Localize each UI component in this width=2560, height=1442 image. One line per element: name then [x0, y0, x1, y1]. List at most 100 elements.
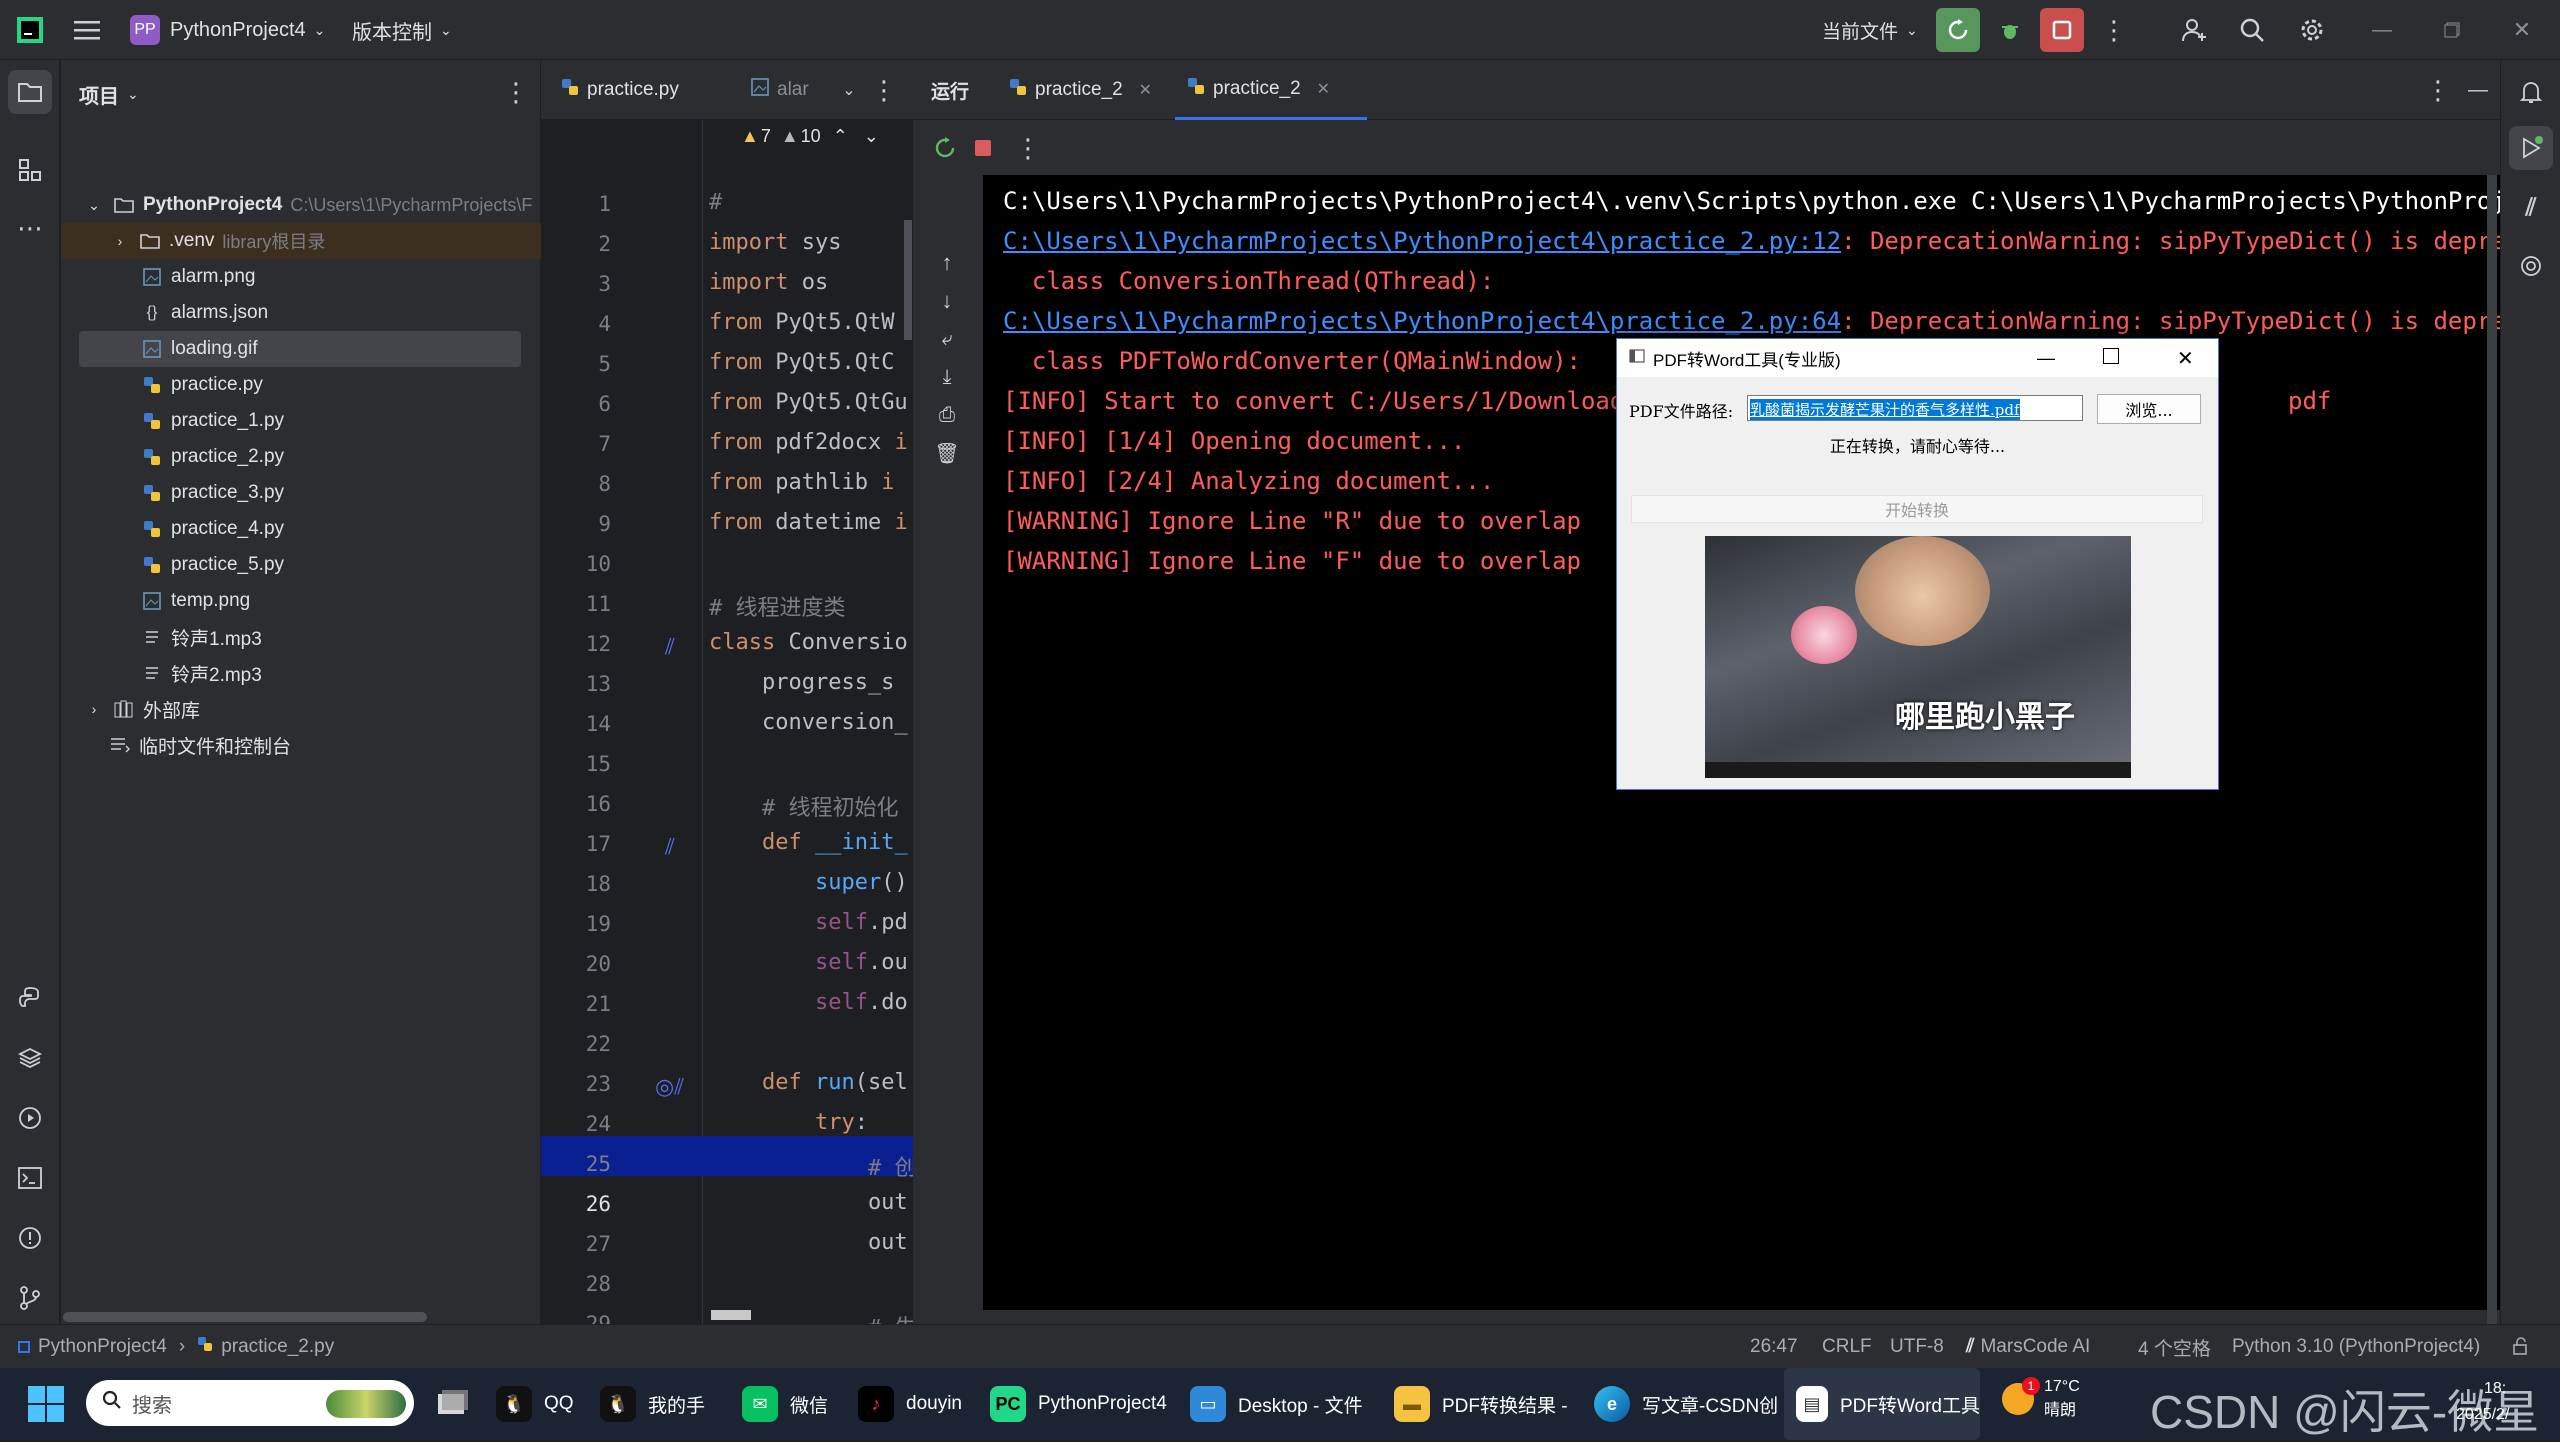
minimize-icon[interactable]: — [2360, 8, 2404, 52]
taskbar-app-explorer-desktop[interactable]: ▭ Desktop - 文件 [1190, 1368, 1363, 1440]
tree-item-scratches[interactable]: 临时文件和控制台 [61, 727, 541, 763]
code-line[interactable]: from PyQt5.QtC [709, 350, 894, 375]
tree-root[interactable]: ⌄ PythonProject4 C:\Users\1\PycharmProje… [61, 187, 541, 223]
python-console-icon[interactable] [8, 976, 52, 1020]
tree-item-file[interactable]: practice_1.py [61, 403, 541, 439]
add-user-icon[interactable] [2172, 8, 2216, 52]
vcs-menu[interactable]: 版本控制 ⌄ [352, 0, 452, 60]
taskbar-app-explorer-results[interactable]: ▬ PDF转换结果 - [1394, 1368, 1568, 1440]
main-menu-icon[interactable] [74, 0, 100, 60]
dialog-title-bar[interactable]: PDF转Word工具(专业版) — ✕ [1617, 339, 2218, 377]
tree-item-file[interactable]: loading.gif [79, 331, 521, 367]
code-line[interactable]: try: [709, 1110, 868, 1135]
project-panel-header[interactable]: 项目 ⌄ [79, 80, 139, 109]
more-tools-icon[interactable]: ⋯ [8, 206, 52, 250]
arrow-up-icon[interactable]: ↑ [929, 245, 965, 281]
run-tab-1[interactable]: practice_2 ✕ [1009, 60, 1152, 120]
chevron-up-icon[interactable]: ⌃ [833, 126, 848, 147]
chevron-down-icon[interactable]: ⌄ [831, 70, 867, 110]
close-icon[interactable]: ✕ [1139, 80, 1152, 100]
problems-icon[interactable] [8, 1216, 52, 1260]
indent-setting[interactable]: 4 个空格 [2138, 1325, 2211, 1369]
tree-item-file[interactable]: 铃声2.mp3 [61, 655, 541, 691]
project-switcher[interactable]: PP PythonProject4 ⌄ [130, 0, 325, 60]
chevron-down-icon[interactable]: ⌄ [864, 126, 879, 147]
run-config-selector[interactable]: 当前文件 ⌄ [1822, 0, 1918, 60]
services-icon[interactable] [8, 1096, 52, 1140]
arrow-down-icon[interactable]: ↓ [929, 283, 965, 319]
taskbar-app-wechat[interactable]: ✉ 微信 [742, 1368, 828, 1440]
tree-item-file[interactable]: practice.py [61, 367, 541, 403]
tree-item-file[interactable]: practice_4.py [61, 511, 541, 547]
code-line[interactable]: # 线程初始化 [709, 790, 899, 822]
horizontal-scrollbar[interactable] [63, 1312, 427, 1322]
structure-icon[interactable] [8, 148, 52, 192]
panel-options-icon[interactable]: ⋮ [501, 74, 531, 110]
code-line[interactable]: self.pd [709, 910, 908, 935]
code-line[interactable]: # 线程进度类 [709, 590, 846, 622]
marscode-status[interactable]: ⫽ MarsCode AI [1966, 1325, 2090, 1369]
tree-item-file[interactable]: alarm.png [61, 259, 541, 295]
code-line[interactable]: import os [709, 270, 828, 295]
close-icon[interactable]: ✕ [2177, 346, 2194, 371]
debug-icon[interactable] [1988, 8, 2032, 52]
clock-date[interactable]: 2025/2/ [2456, 1406, 2509, 1424]
more-actions-icon[interactable]: ⋮ [869, 70, 899, 110]
rerun-icon[interactable] [927, 130, 963, 166]
git-icon[interactable] [8, 1276, 52, 1320]
search-icon[interactable] [2230, 8, 2274, 52]
breadcrumb-file[interactable]: practice_2.py [221, 1336, 334, 1358]
code-line[interactable]: from PyQt5.QtGu [709, 390, 908, 415]
code-line[interactable]: from PyQt5.QtW [709, 310, 894, 335]
taskbar-app-pycharm[interactable]: PC PythonProject4 [990, 1368, 1167, 1440]
soft-wrap-icon[interactable]: ⤶ [929, 321, 965, 357]
line-separator[interactable]: CRLF [1822, 1325, 1872, 1369]
file-encoding[interactable]: UTF-8 [1890, 1325, 1944, 1369]
rerun-icon[interactable] [1936, 8, 1980, 52]
close-window-icon[interactable]: ✕ [2500, 8, 2544, 52]
weather-widget[interactable]: 1 17°C 晴朗 [2002, 1377, 2080, 1420]
taskbar-app-qq-phone[interactable]: 🐧 我的手 [600, 1368, 705, 1440]
scroll-to-end-icon[interactable]: ⤓ [929, 359, 965, 395]
code-line[interactable]: import sys [709, 230, 841, 255]
taskbar-app-edge[interactable]: e 写文章-CSDN创 [1594, 1368, 1778, 1440]
task-view-icon[interactable] [434, 1386, 470, 1422]
terminal-icon[interactable] [8, 1156, 52, 1200]
console-v-scrollbar[interactable] [2487, 175, 2497, 1324]
code-line[interactable]: from pathlib i [709, 470, 894, 495]
stop-icon[interactable] [965, 130, 1001, 166]
ai-assistant-icon[interactable] [2509, 244, 2553, 288]
code-line[interactable]: # 创 [709, 1150, 917, 1182]
pycharm-logo-icon[interactable] [16, 0, 44, 60]
source-link[interactable]: C:\Users\1\PycharmProjects\PythonProject… [1003, 307, 1841, 335]
tree-item-venv[interactable]: › .venv library根目录 [61, 223, 541, 259]
minimize-icon[interactable]: — [2037, 348, 2055, 369]
print-icon[interactable]: ⎙ [929, 397, 965, 433]
editor-tab-alarm[interactable]: alar [751, 60, 809, 120]
bell-icon[interactable] [2509, 70, 2553, 114]
code-line[interactable]: def __init_ [709, 830, 908, 855]
tree-item-file[interactable]: practice_5.py [61, 547, 541, 583]
tree-item-file[interactable]: practice_3.py [61, 475, 541, 511]
editor-tab-practice[interactable]: practice.py [561, 60, 679, 120]
tree-item-file[interactable]: temp.png [61, 583, 541, 619]
code-line[interactable]: progress_s [709, 670, 894, 695]
trash-icon[interactable]: 🗑 [929, 435, 965, 471]
taskbar-app-pdf-tool[interactable]: ▤ PDF转Word工具 [1784, 1368, 1980, 1440]
code-line[interactable]: out [709, 1230, 908, 1255]
ai-marker-icon[interactable]: ⫽ [665, 634, 675, 660]
gear-icon[interactable] [2290, 8, 2334, 52]
vertical-scrollbar[interactable] [904, 220, 912, 340]
code-line[interactable]: class Conversio [709, 630, 908, 655]
source-link[interactable]: C:\Users\1\PycharmProjects\PythonProject… [1003, 227, 1841, 255]
caret-position[interactable]: 26:47 [1750, 1325, 1798, 1369]
override-marker-icon[interactable]: ◎⫽ [655, 1074, 684, 1100]
code-line[interactable]: super() [709, 870, 908, 895]
inspection-widget[interactable]: ▲ 7 ▲ 10 ⌃ ⌄ [741, 126, 879, 147]
hide-panel-icon[interactable]: — [2463, 70, 2493, 110]
editor-h-scrollbar[interactable] [711, 1310, 751, 1320]
marscode-icon[interactable]: ⫽ [2509, 186, 2553, 230]
code-line[interactable]: from datetime i [709, 510, 908, 535]
code-line[interactable]: from pdf2docx i [709, 430, 908, 455]
taskbar-search-box[interactable]: 搜索 [86, 1380, 414, 1426]
